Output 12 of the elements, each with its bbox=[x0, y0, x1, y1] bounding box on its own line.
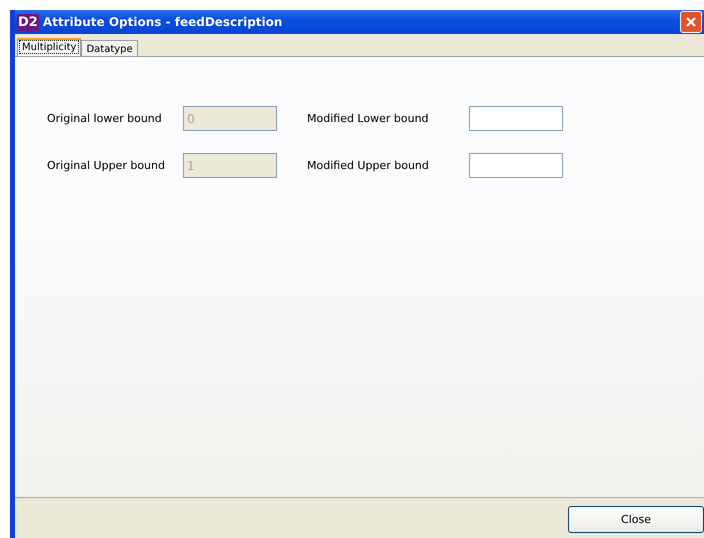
app-logo: D2 bbox=[17, 14, 39, 30]
window-title: Attribute Options - feedDescription bbox=[42, 15, 284, 29]
field-label: Modified Lower bound bbox=[307, 112, 430, 125]
tab[interactable]: Datatype bbox=[81, 40, 138, 56]
close-button[interactable]: Close bbox=[568, 506, 704, 533]
input-field[interactable] bbox=[469, 153, 563, 178]
tab[interactable]: Multiplicity bbox=[17, 38, 82, 56]
input-field[interactable] bbox=[469, 106, 563, 131]
close-icon[interactable] bbox=[680, 11, 702, 33]
field-label: Original Upper bound bbox=[47, 159, 166, 172]
field-label: Original lower bound bbox=[47, 112, 163, 125]
field-label: Modified Upper bound bbox=[307, 159, 430, 172]
